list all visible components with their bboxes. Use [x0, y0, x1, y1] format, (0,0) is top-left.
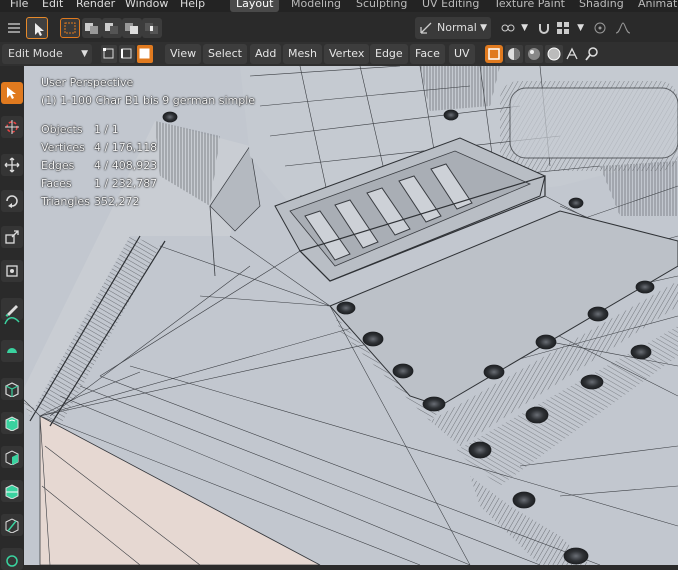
xray-toggle[interactable]: [485, 45, 503, 63]
orientation-label: Normal: [437, 21, 477, 34]
menu-vertex[interactable]: Vertex: [324, 44, 370, 64]
tab-modeling[interactable]: Modeling: [285, 0, 347, 12]
bevel-icon[interactable]: [1, 446, 23, 468]
vertex-select-button[interactable]: [101, 45, 117, 63]
tool-settings-bar: Normal ▼ ▼ ▼: [0, 12, 678, 42]
tab-layout[interactable]: Layout: [230, 0, 280, 12]
menu-view[interactable]: View: [165, 44, 202, 64]
mode-label: Edit Mode: [8, 47, 63, 60]
snap-dropdown[interactable]: ▼: [536, 17, 586, 39]
shading-rendered-icon[interactable]: [545, 45, 563, 63]
move-icon[interactable]: [1, 154, 23, 176]
spin-icon[interactable]: [1, 548, 23, 570]
face-select-button[interactable]: [137, 45, 153, 63]
select-mode-extend-icon[interactable]: [82, 18, 102, 38]
loopcut-icon[interactable]: [1, 480, 23, 502]
viewport-header: Edit Mode ▼ View Select Add Mesh Vertex …: [0, 42, 678, 66]
stat-objects-label: Objects: [41, 123, 83, 136]
falloff-dropdown[interactable]: [614, 17, 644, 39]
object-name-label: (1) 1-100 Char B1 bis 9 german simple: [41, 94, 256, 107]
menu-window[interactable]: Window: [125, 0, 168, 12]
chevron-down-icon: ▼: [81, 49, 88, 59]
transform-orientation-dropdown[interactable]: Normal ▼: [415, 17, 491, 39]
select-tool-button[interactable]: [26, 17, 48, 39]
menu-add[interactable]: Add: [250, 44, 282, 64]
proportional-edit-toggle[interactable]: [592, 17, 612, 39]
menu-mesh[interactable]: Mesh: [283, 44, 322, 64]
mode-dropdown[interactable]: Edit Mode ▼: [2, 44, 92, 64]
stat-faces-label: Faces: [41, 177, 72, 190]
select-mode-new-icon[interactable]: [60, 18, 80, 38]
tab-uv-editing[interactable]: UV Editing: [416, 0, 485, 12]
scale-icon[interactable]: [1, 226, 23, 248]
measure-icon[interactable]: [1, 309, 23, 331]
transform-icon[interactable]: [1, 260, 23, 282]
menu-face[interactable]: Face: [410, 44, 445, 64]
top-menu-bar: File Edit Render Window Help Layout Mode…: [0, 0, 678, 12]
orientation-icon: [420, 22, 432, 34]
stat-faces-value: 1 / 232,787: [94, 177, 158, 190]
menu-select[interactable]: Select: [203, 44, 247, 64]
shading-solid-icon[interactable]: [505, 45, 523, 63]
menu-help[interactable]: Help: [180, 0, 205, 12]
grid-icon: [557, 22, 569, 34]
extrude-icon[interactable]: [1, 378, 23, 400]
tab-animation[interactable]: Animati: [632, 0, 678, 12]
select-box-icon[interactable]: [1, 82, 23, 104]
proportional-edit-icon: [594, 22, 606, 34]
stat-objects-value: 1 / 1: [94, 123, 119, 136]
menu-file[interactable]: File: [10, 0, 28, 12]
tool-shelf: [0, 66, 24, 570]
chevron-down-icon: ▼: [521, 23, 528, 33]
pivot-dropdown[interactable]: ▼: [498, 17, 530, 39]
pivot-icon: [501, 24, 515, 32]
stat-vertices-label: Vertices: [41, 141, 85, 154]
search-icon[interactable]: [583, 45, 601, 63]
select-mode-intersect-icon[interactable]: [142, 18, 162, 38]
menu-edge[interactable]: Edge: [370, 44, 408, 64]
perspective-label: User Perspective: [41, 76, 134, 89]
tool-options-icon[interactable]: [3, 17, 25, 39]
tab-shading[interactable]: Shading: [573, 0, 630, 12]
tab-texture-paint[interactable]: Texture Paint: [488, 0, 571, 12]
3d-viewport[interactable]: User Perspective (1) 1-100 Char B1 bis 9…: [0, 66, 678, 565]
cursor-icon[interactable]: [1, 116, 23, 138]
stat-triangles-label: Triangles: [41, 195, 90, 208]
tab-sculpting[interactable]: Sculpting: [350, 0, 413, 12]
select-mode-subtract-icon[interactable]: [102, 18, 122, 38]
knife-icon[interactable]: [1, 514, 23, 536]
falloff-curve-icon: [615, 22, 631, 34]
magnet-icon: [539, 24, 549, 34]
menu-uv[interactable]: UV: [449, 44, 475, 64]
add-cube-icon[interactable]: [1, 340, 23, 362]
stat-edges-label: Edges: [41, 159, 75, 172]
stat-triangles-value: 352,272: [94, 195, 140, 208]
select-mode-invert-icon[interactable]: [122, 18, 142, 38]
shading-material-icon[interactable]: [525, 45, 543, 63]
menu-render[interactable]: Render: [76, 0, 115, 12]
edge-select-button[interactable]: [119, 45, 135, 63]
stat-edges-value: 4 / 408,923: [94, 159, 158, 172]
gizmo-icon[interactable]: [563, 45, 581, 63]
chevron-down-icon: ▼: [480, 23, 487, 33]
inset-icon[interactable]: [1, 412, 23, 434]
rotate-icon[interactable]: [1, 190, 23, 212]
chevron-down-icon: ▼: [577, 23, 584, 33]
menu-edit[interactable]: Edit: [42, 0, 63, 12]
stat-vertices-value: 4 / 176,118: [94, 141, 158, 154]
